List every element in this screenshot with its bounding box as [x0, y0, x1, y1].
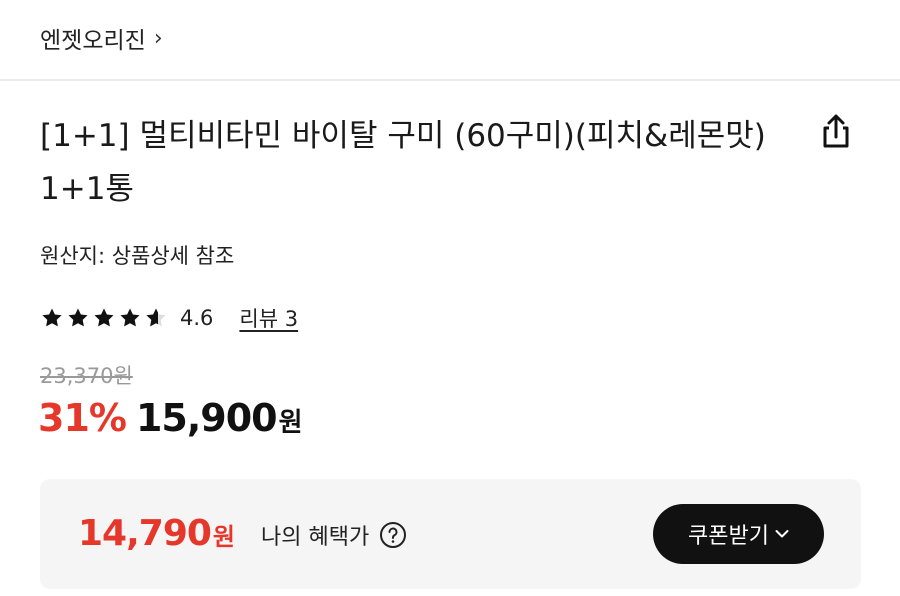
- review-link[interactable]: 리뷰 3: [239, 303, 298, 333]
- chevron-down-icon: [775, 530, 789, 538]
- star-icon: [68, 308, 88, 327]
- benefit-price-unit: 원: [212, 523, 236, 551]
- star-icon: [120, 308, 140, 327]
- coupon-button-label: 쿠폰받기: [688, 524, 769, 549]
- origin-text: 원산지: 상품상세 참조: [40, 244, 235, 268]
- share-icon: [823, 114, 849, 148]
- benefit-label: 나의 혜택가: [261, 525, 370, 550]
- benefit-label-row: 나의 혜택가: [261, 519, 407, 551]
- star-half-icon: [146, 308, 166, 327]
- product-title: [1+1] 멀티비타민 바이탈 구미 (60구미)(피치&레몬맛) 1+1통: [40, 118, 766, 207]
- brand-name: 엔젯오리진: [40, 28, 146, 54]
- sale-price: 15,900: [135, 396, 278, 440]
- price-row: 31% 15,900 원: [38, 396, 303, 440]
- star-rating: [40, 306, 170, 330]
- sale-price-unit: 원: [278, 408, 303, 438]
- benefit-price: 14,790 원: [78, 513, 235, 554]
- star-icon: [94, 308, 114, 327]
- coupon-button[interactable]: 쿠폰받기: [653, 504, 824, 564]
- benefit-price-value: 14,790: [78, 513, 212, 554]
- share-button[interactable]: [812, 108, 860, 156]
- brand-link[interactable]: 엔젯오리진 ›: [40, 18, 163, 58]
- star-icon: [42, 308, 62, 327]
- rating-row: 4.6 리뷰 3: [40, 300, 298, 336]
- help-icon[interactable]: [379, 521, 407, 549]
- rating-value: 4.6: [180, 306, 214, 330]
- original-price: 23,370원: [40, 364, 133, 388]
- discount-rate: 31%: [38, 396, 127, 440]
- chevron-right-icon: ›: [153, 25, 163, 51]
- header-divider: [0, 79, 900, 81]
- benefit-box: 14,790 원 나의 혜택가 쿠폰받기: [40, 479, 861, 589]
